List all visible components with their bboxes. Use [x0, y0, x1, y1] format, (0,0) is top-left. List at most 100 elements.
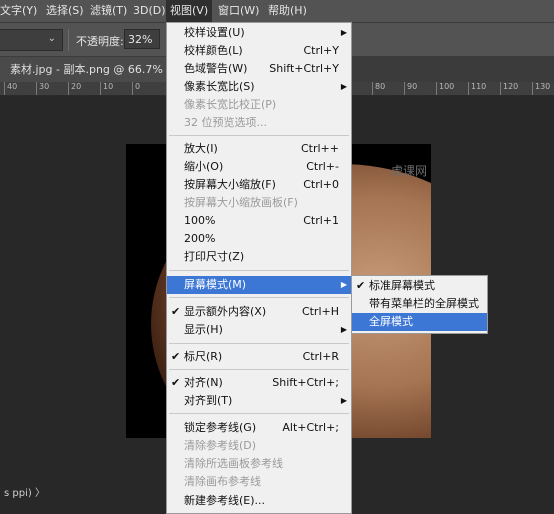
ruler-tick: 10	[100, 82, 113, 95]
menu-item-200[interactable]: 200%	[167, 230, 351, 248]
menu-item-label: 放大(I)	[184, 142, 218, 155]
menu-separator	[169, 270, 349, 271]
menu-item-gamut-warning[interactable]: 色域警告(W) Shift+Ctrl+Y	[167, 60, 351, 78]
menu-item-label: 对齐到(T)	[184, 394, 233, 407]
menu-item-shortcut: Ctrl++	[300, 142, 339, 155]
submenu-arrow-icon: ▶	[340, 325, 347, 334]
menu-item-shortcut: Shift+Ctrl+Y	[269, 62, 339, 75]
menu-text[interactable]: 文字(Y)	[0, 0, 41, 22]
opacity-input[interactable]: 32%	[124, 29, 160, 49]
menu-item-shortcut: Alt+Ctrl+;	[282, 421, 339, 434]
menu-item-rulers[interactable]: ✔ 标尺(R) Ctrl+R	[167, 348, 351, 366]
menu-item-label: 清除画布参考线	[184, 475, 261, 488]
menu-item-clear-guides: 清除参考线(D)	[167, 437, 351, 455]
menu-item-100[interactable]: 100% Ctrl+1	[167, 212, 351, 230]
menu-item-shortcut: Shift+Ctrl+;	[272, 376, 339, 389]
menu-3d[interactable]: 3D(D)	[129, 0, 170, 22]
menu-item-fit-screen[interactable]: 按屏幕大小缩放(F) Ctrl+0	[167, 176, 351, 194]
submenu-arrow-icon: ▶	[340, 28, 347, 37]
menu-item-label: 像素长宽比(S)	[184, 80, 255, 93]
menu-item-show-extras[interactable]: ✔ 显示额外内容(X) Ctrl+H	[167, 303, 351, 321]
menu-item-label: 标尺(R)	[184, 350, 223, 363]
menu-item-label: 按屏幕大小缩放(F)	[184, 178, 276, 191]
menu-item-label: 100%	[184, 214, 216, 227]
menu-select[interactable]: 选择(S)	[42, 0, 88, 22]
menu-item-snap[interactable]: ✔ 对齐(N) Shift+Ctrl+;	[167, 374, 351, 392]
ruler-tick: 0	[132, 82, 140, 95]
menu-item-clear-artboard-guides: 清除所选画板参考线	[167, 455, 351, 473]
menu-filter[interactable]: 滤镜(T)	[86, 0, 131, 22]
screen-mode-submenu: ✔ 标准屏幕模式 带有菜单栏的全屏模式 全屏模式	[351, 275, 488, 334]
menu-separator	[169, 413, 349, 414]
menu-item-label: 32 位预览选项...	[184, 116, 267, 129]
options-divider	[68, 29, 69, 51]
menu-item-show[interactable]: 显示(H) ▶	[167, 321, 351, 339]
menu-item-shortcut: Ctrl+R	[302, 350, 339, 363]
menu-item-screen-mode[interactable]: 屏幕模式(M) ▶	[167, 276, 351, 294]
menu-item-label: 校样设置(U)	[184, 26, 245, 39]
ruler-tick: 80	[372, 82, 385, 95]
submenu-item-label: 标准屏幕模式	[369, 279, 435, 292]
menu-window[interactable]: 窗口(W)	[214, 0, 263, 22]
menu-item-label: 新建参考线(E)...	[184, 494, 266, 507]
view-menu: 校样设置(U) ▶ 校样颜色(L) Ctrl+Y 色域警告(W) Shift+Ctrl…	[166, 22, 352, 514]
status-bar: s ppi) 〉	[4, 488, 45, 499]
menu-item-label: 200%	[184, 232, 216, 245]
menu-item-label: 清除所选画板参考线	[184, 457, 283, 470]
menu-item-label: 色域警告(W)	[184, 62, 248, 75]
menu-separator	[169, 135, 349, 136]
document-tab[interactable]: 素材.jpg - 副本.png @ 66.7% (图	[0, 57, 166, 82]
ruler-tick: 40	[4, 82, 17, 95]
ruler-tick: 130	[532, 82, 550, 95]
menu-item-shortcut: Ctrl+0	[303, 178, 339, 191]
menu-item-pixel-aspect-correction: 像素长宽比校正(P)	[167, 96, 351, 114]
menu-item-label: 显示(H)	[184, 323, 223, 336]
menu-separator	[169, 297, 349, 298]
menu-item-label: 像素长宽比校正(P)	[184, 98, 277, 111]
menu-item-lock-guides[interactable]: 锁定参考线(G) Alt+Ctrl+;	[167, 419, 351, 437]
submenu-item-standard[interactable]: ✔ 标准屏幕模式	[352, 277, 487, 295]
menu-separator	[169, 369, 349, 370]
ruler-tick: 120	[500, 82, 518, 95]
menu-item-zoom-in[interactable]: 放大(I) Ctrl++	[167, 140, 351, 158]
menu-item-shortcut: Ctrl+1	[303, 214, 339, 227]
submenu-item-label: 带有菜单栏的全屏模式	[369, 297, 479, 310]
menu-item-label: 显示额外内容(X)	[184, 305, 267, 318]
menu-item-snap-to[interactable]: 对齐到(T) ▶	[167, 392, 351, 410]
menu-view[interactable]: 视图(V)	[166, 0, 213, 22]
menu-help[interactable]: 帮助(H)	[264, 0, 311, 22]
menu-item-zoom-out[interactable]: 缩小(O) Ctrl+-	[167, 158, 351, 176]
ruler-tick: 20	[68, 82, 81, 95]
menu-bar: 文字(Y) 选择(S) 滤镜(T) 3D(D) 视图(V) 窗口(W) 帮助(H…	[0, 0, 554, 23]
checkmark-icon: ✔	[356, 279, 366, 292]
menu-item-shortcut: Ctrl+Y	[303, 44, 339, 57]
submenu-arrow-icon: ▶	[340, 280, 347, 289]
menu-item-32bit-preview: 32 位预览选项...	[167, 114, 351, 132]
ruler-tick: 110	[468, 82, 486, 95]
menu-item-label: 清除参考线(D)	[184, 439, 257, 452]
submenu-item-label: 全屏模式	[369, 315, 413, 328]
watermark: 虎课网	[390, 164, 427, 178]
menu-item-label: 按屏幕大小缩放画板(F)	[184, 196, 298, 209]
opacity-label: 不透明度:	[76, 35, 124, 48]
checkmark-icon: ✔	[171, 350, 181, 363]
menu-item-pixel-aspect[interactable]: 像素长宽比(S) ▶	[167, 78, 351, 96]
ruler-tick: 30	[36, 82, 49, 95]
menu-item-proof-colors[interactable]: 校样颜色(L) Ctrl+Y	[167, 42, 351, 60]
ruler-tick: 100	[436, 82, 454, 95]
submenu-arrow-icon: ▶	[340, 82, 347, 91]
blend-mode-select[interactable]: ⌄	[0, 29, 63, 51]
menu-item-label: 缩小(O)	[184, 160, 224, 173]
menu-item-label: 对齐(N)	[184, 376, 223, 389]
submenu-item-fullscreen-menubar[interactable]: 带有菜单栏的全屏模式	[352, 295, 487, 313]
menu-item-label: 屏幕模式(M)	[184, 278, 247, 291]
submenu-item-fullscreen[interactable]: 全屏模式	[352, 313, 487, 331]
submenu-arrow-icon: ▶	[340, 396, 347, 405]
menu-item-label: 打印尺寸(Z)	[184, 250, 245, 263]
menu-item-shortcut: Ctrl+-	[306, 160, 339, 173]
menu-item-new-guide[interactable]: 新建参考线(E)...	[167, 492, 351, 510]
chevron-down-icon: ⌄	[47, 33, 56, 44]
menu-item-label: 锁定参考线(G)	[184, 421, 257, 434]
menu-item-proof-setup[interactable]: 校样设置(U) ▶	[167, 24, 351, 42]
menu-item-print-size[interactable]: 打印尺寸(Z)	[167, 248, 351, 266]
